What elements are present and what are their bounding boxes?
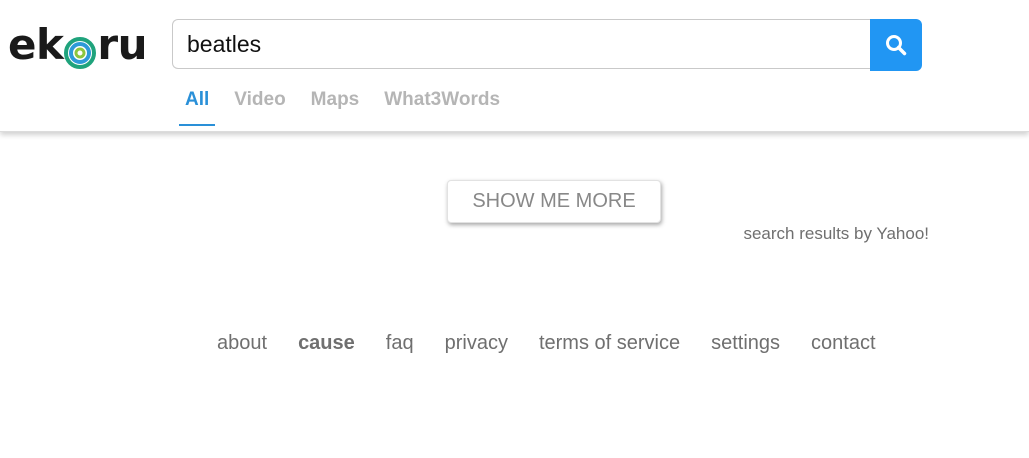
footer-links: about cause faq privacy terms of service… [217, 332, 907, 355]
footer-link-contact[interactable]: contact [811, 332, 875, 355]
logo-swirl-icon [64, 30, 97, 69]
search-input[interactable] [173, 20, 870, 68]
tab-maps[interactable]: Maps [305, 86, 366, 124]
tab-video[interactable]: Video [228, 86, 291, 124]
logo-text-right: ru [97, 19, 148, 69]
tab-all[interactable]: All [179, 86, 216, 126]
tab-what3words[interactable]: What3Words [378, 86, 506, 124]
footer-link-about[interactable]: about [217, 332, 267, 355]
show-more-button[interactable]: SHOW ME MORE [447, 180, 661, 223]
footer-link-privacy[interactable]: privacy [445, 332, 508, 355]
search-box [172, 19, 870, 69]
footer-link-terms[interactable]: terms of service [539, 332, 680, 355]
search-tabs: All Video Maps What3Words [179, 86, 519, 126]
footer-link-settings[interactable]: settings [711, 332, 780, 355]
ekoru-logo[interactable]: ek ru [8, 19, 148, 69]
header: ek ru All Video Maps What3Words [0, 0, 1029, 132]
search-button[interactable] [870, 19, 922, 71]
footer-link-faq[interactable]: faq [386, 332, 414, 355]
footer-link-cause[interactable]: cause [298, 332, 355, 355]
logo-text-left: ek [8, 19, 64, 69]
yahoo-attribution: search results by Yahoo! [743, 224, 929, 243]
search-icon [886, 35, 907, 56]
